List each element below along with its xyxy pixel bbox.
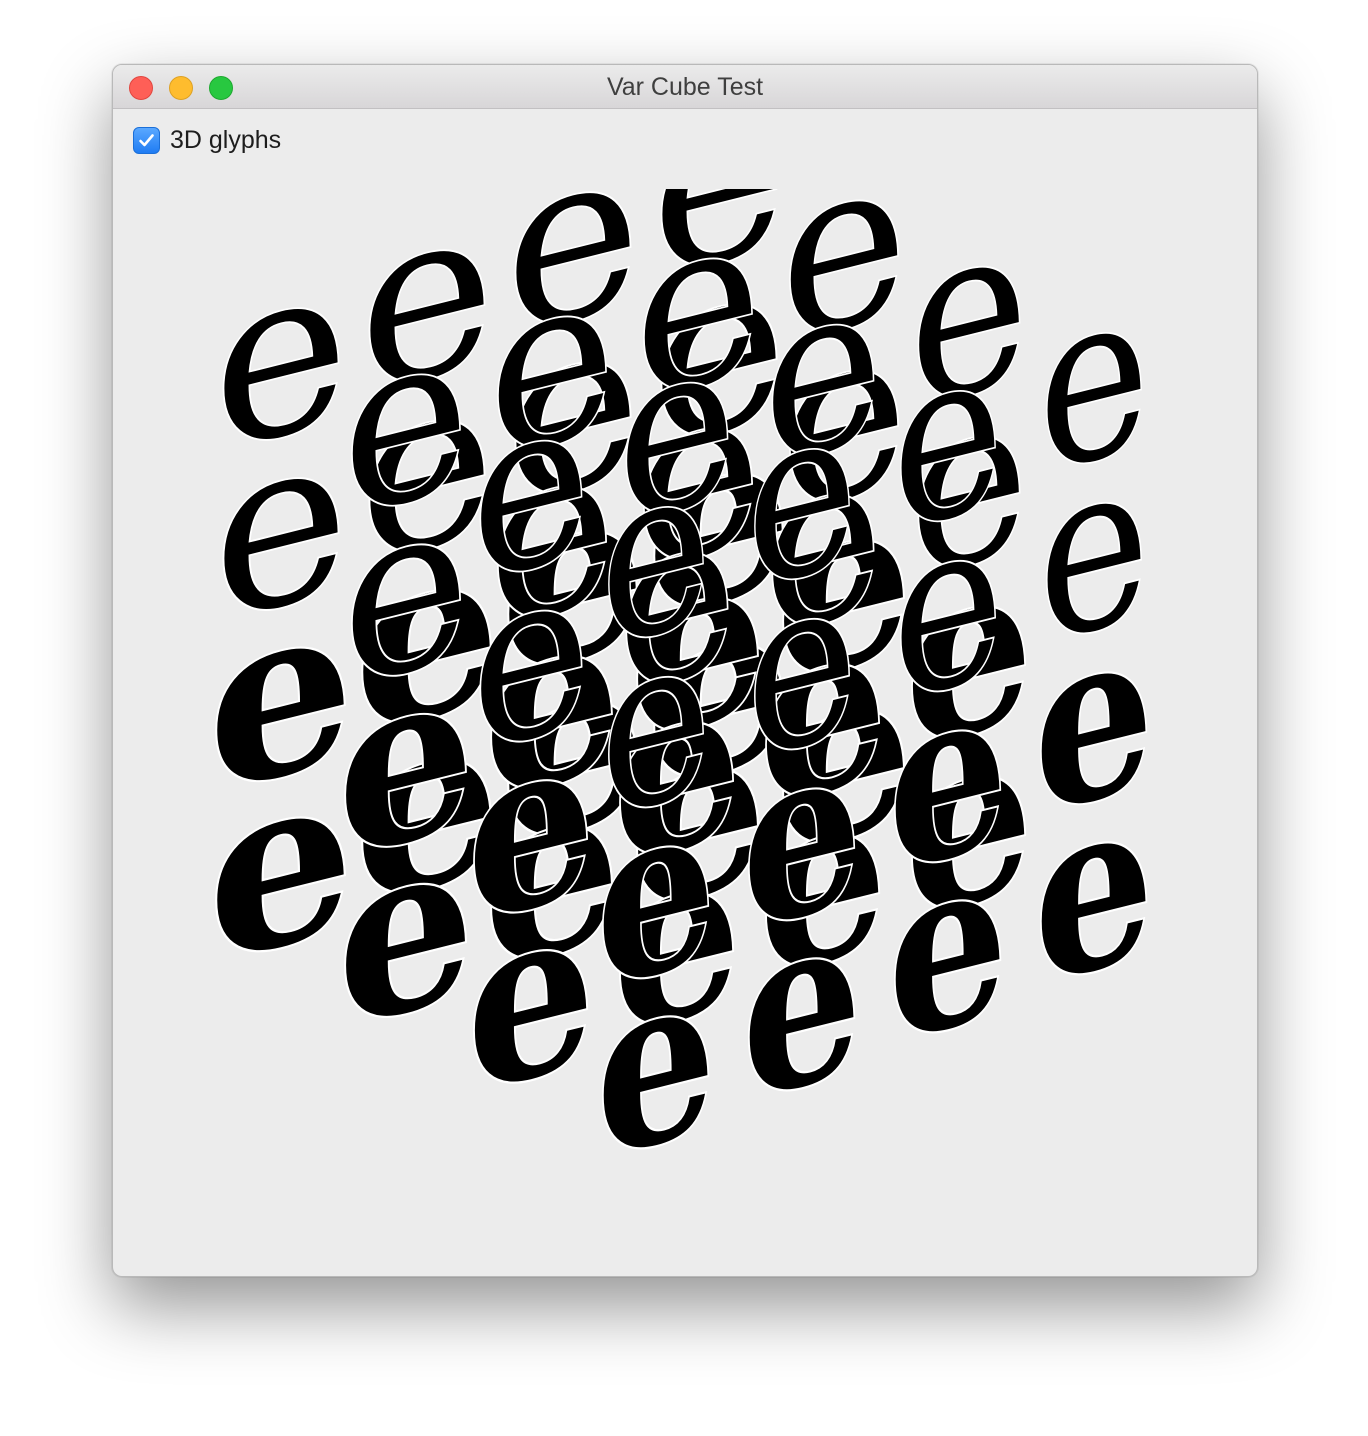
window-title: Var Cube Test (606, 73, 764, 101)
checkmark-icon (139, 133, 154, 146)
cube-glyph: e (888, 796, 1008, 1096)
cube-glyph: e (337, 778, 475, 1082)
glyph-cube-canvas: eee eeee eeee eeeeeeee eeee eeee eeeeeeee eeee e… (206, 189, 1156, 1214)
title-bar[interactable]: Var Cube Test (113, 65, 1257, 109)
cube-glyph: e (596, 912, 716, 1212)
glyphs-3d-label: 3D glyphs (170, 125, 282, 154)
cube-glyph: e (208, 711, 354, 1017)
glyphs-3d-checkbox[interactable] (133, 126, 160, 154)
cube-glyph: e (742, 854, 862, 1154)
glyphs-3d-option[interactable]: 3D glyphs (133, 125, 281, 155)
cube-glyph: e (467, 844, 596, 1146)
cube-glyph: e (1034, 738, 1154, 1038)
app-window: Var Cube Test 3D glyphs eeeeeeeeeeeeeeee… (112, 64, 1258, 1277)
